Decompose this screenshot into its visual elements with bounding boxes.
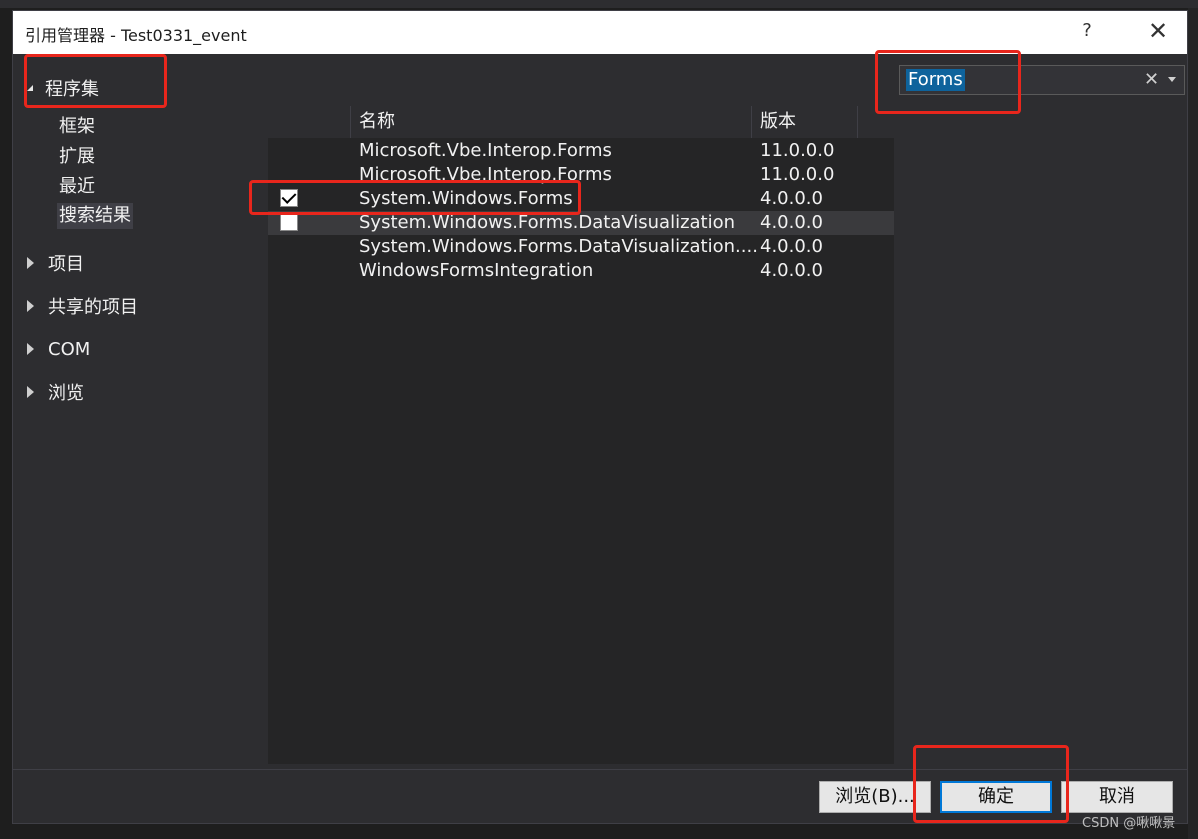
table-row[interactable]: WindowsFormsIntegration 4.0.0.0 (268, 259, 894, 283)
collapsed-triangle-icon (27, 343, 34, 355)
include-checkbox[interactable] (280, 213, 298, 231)
nav-group-assemblies[interactable]: 程序集 (27, 75, 99, 101)
assembly-name: Microsoft.Vbe.Interop.Forms (359, 164, 612, 185)
ide-right-strip (1188, 8, 1198, 839)
nav-group-shared-projects[interactable]: 共享的项目 (27, 293, 138, 319)
search-input-value[interactable]: Forms (906, 69, 965, 91)
dialog-title: 引用管理器 - Test0331_event (25, 26, 247, 45)
table-row[interactable]: System.Windows.Forms.DataVisualization..… (268, 235, 894, 259)
extra-column-header (858, 106, 894, 138)
assembly-version: 4.0.0.0 (760, 212, 823, 233)
nav-group-browse[interactable]: 浏览 (27, 379, 84, 405)
list-header: 名称 版本 (268, 106, 894, 138)
collapsed-triangle-icon (27, 257, 34, 269)
version-column-header[interactable]: 版本 (752, 106, 858, 138)
include-checkbox[interactable] (280, 189, 298, 207)
nav-group-projects[interactable]: 项目 (27, 250, 84, 276)
assembly-name: System.Windows.Forms.DataVisualization (359, 212, 736, 233)
assembly-version: 4.0.0.0 (760, 188, 823, 209)
assembly-version: 4.0.0.0 (760, 260, 823, 281)
search-input[interactable]: Forms ✕ (899, 65, 1185, 95)
name-column-header[interactable]: 名称 (351, 106, 752, 138)
nav-group-label: 项目 (48, 254, 84, 275)
table-row[interactable]: Microsoft.Vbe.Interop.Forms 11.0.0.0 (268, 139, 894, 163)
table-row[interactable]: Microsoft.Vbe.Interop.Forms 11.0.0.0 (268, 163, 894, 187)
nav-group-label: 共享的项目 (48, 297, 138, 318)
clear-icon[interactable]: ✕ (1144, 69, 1159, 90)
nav-group-label: 程序集 (45, 79, 99, 100)
assembly-name: System.Windows.Forms.DataVisualization..… (359, 236, 758, 257)
checkbox-column-header[interactable] (268, 106, 351, 138)
ide-top-bar (0, 0, 1198, 8)
nav-item-framework[interactable]: 框架 (57, 114, 97, 140)
nav-item-search-results[interactable]: 搜索结果 (57, 203, 133, 229)
assembly-version: 11.0.0.0 (760, 164, 835, 185)
cancel-button[interactable]: 取消 (1061, 781, 1173, 813)
left-navigation: 程序集 框架 扩展 最近 搜索结果 项目 共享的项目 COM 浏览 (13, 54, 268, 769)
nav-item-extensions[interactable]: 扩展 (57, 144, 97, 170)
watermark: CSDN @啾啾景 (1082, 816, 1176, 831)
assembly-version: 4.0.0.0 (760, 236, 823, 257)
assembly-name: WindowsFormsIntegration (359, 260, 594, 281)
nav-item-recent[interactable]: 最近 (57, 174, 97, 200)
expanded-triangle-icon (27, 85, 33, 91)
browse-button[interactable]: 浏览(B)... (819, 781, 931, 813)
help-button[interactable]: ? (1077, 20, 1097, 41)
table-row[interactable]: System.Windows.Forms.DataVisualization 4.… (268, 211, 894, 235)
assembly-list: 名称 版本 Microsoft.Vbe.Interop.Forms 11.0.0.… (268, 106, 894, 764)
checkmark-icon (281, 189, 297, 204)
collapsed-triangle-icon (27, 300, 34, 312)
table-row[interactable]: System.Windows.Forms 4.0.0.0 (268, 187, 894, 211)
close-button[interactable]: ✕ (1145, 17, 1171, 45)
nav-group-com[interactable]: COM (27, 336, 90, 362)
bottom-separator (13, 769, 1187, 770)
assembly-name: Microsoft.Vbe.Interop.Forms (359, 140, 612, 161)
nav-group-label: 浏览 (48, 383, 84, 404)
collapsed-triangle-icon (27, 386, 34, 398)
reference-manager-dialog: 引用管理器 - Test0331_event ? ✕ 程序集 框架 扩展 最近 … (12, 10, 1188, 824)
assembly-version: 11.0.0.0 (760, 140, 835, 161)
ok-button[interactable]: 确定 (940, 781, 1052, 813)
dialog-titlebar: 引用管理器 - Test0331_event ? ✕ (13, 11, 1187, 54)
nav-group-label: COM (48, 338, 91, 360)
dropdown-arrow-icon[interactable] (1168, 77, 1176, 82)
assembly-name: System.Windows.Forms (359, 188, 573, 209)
